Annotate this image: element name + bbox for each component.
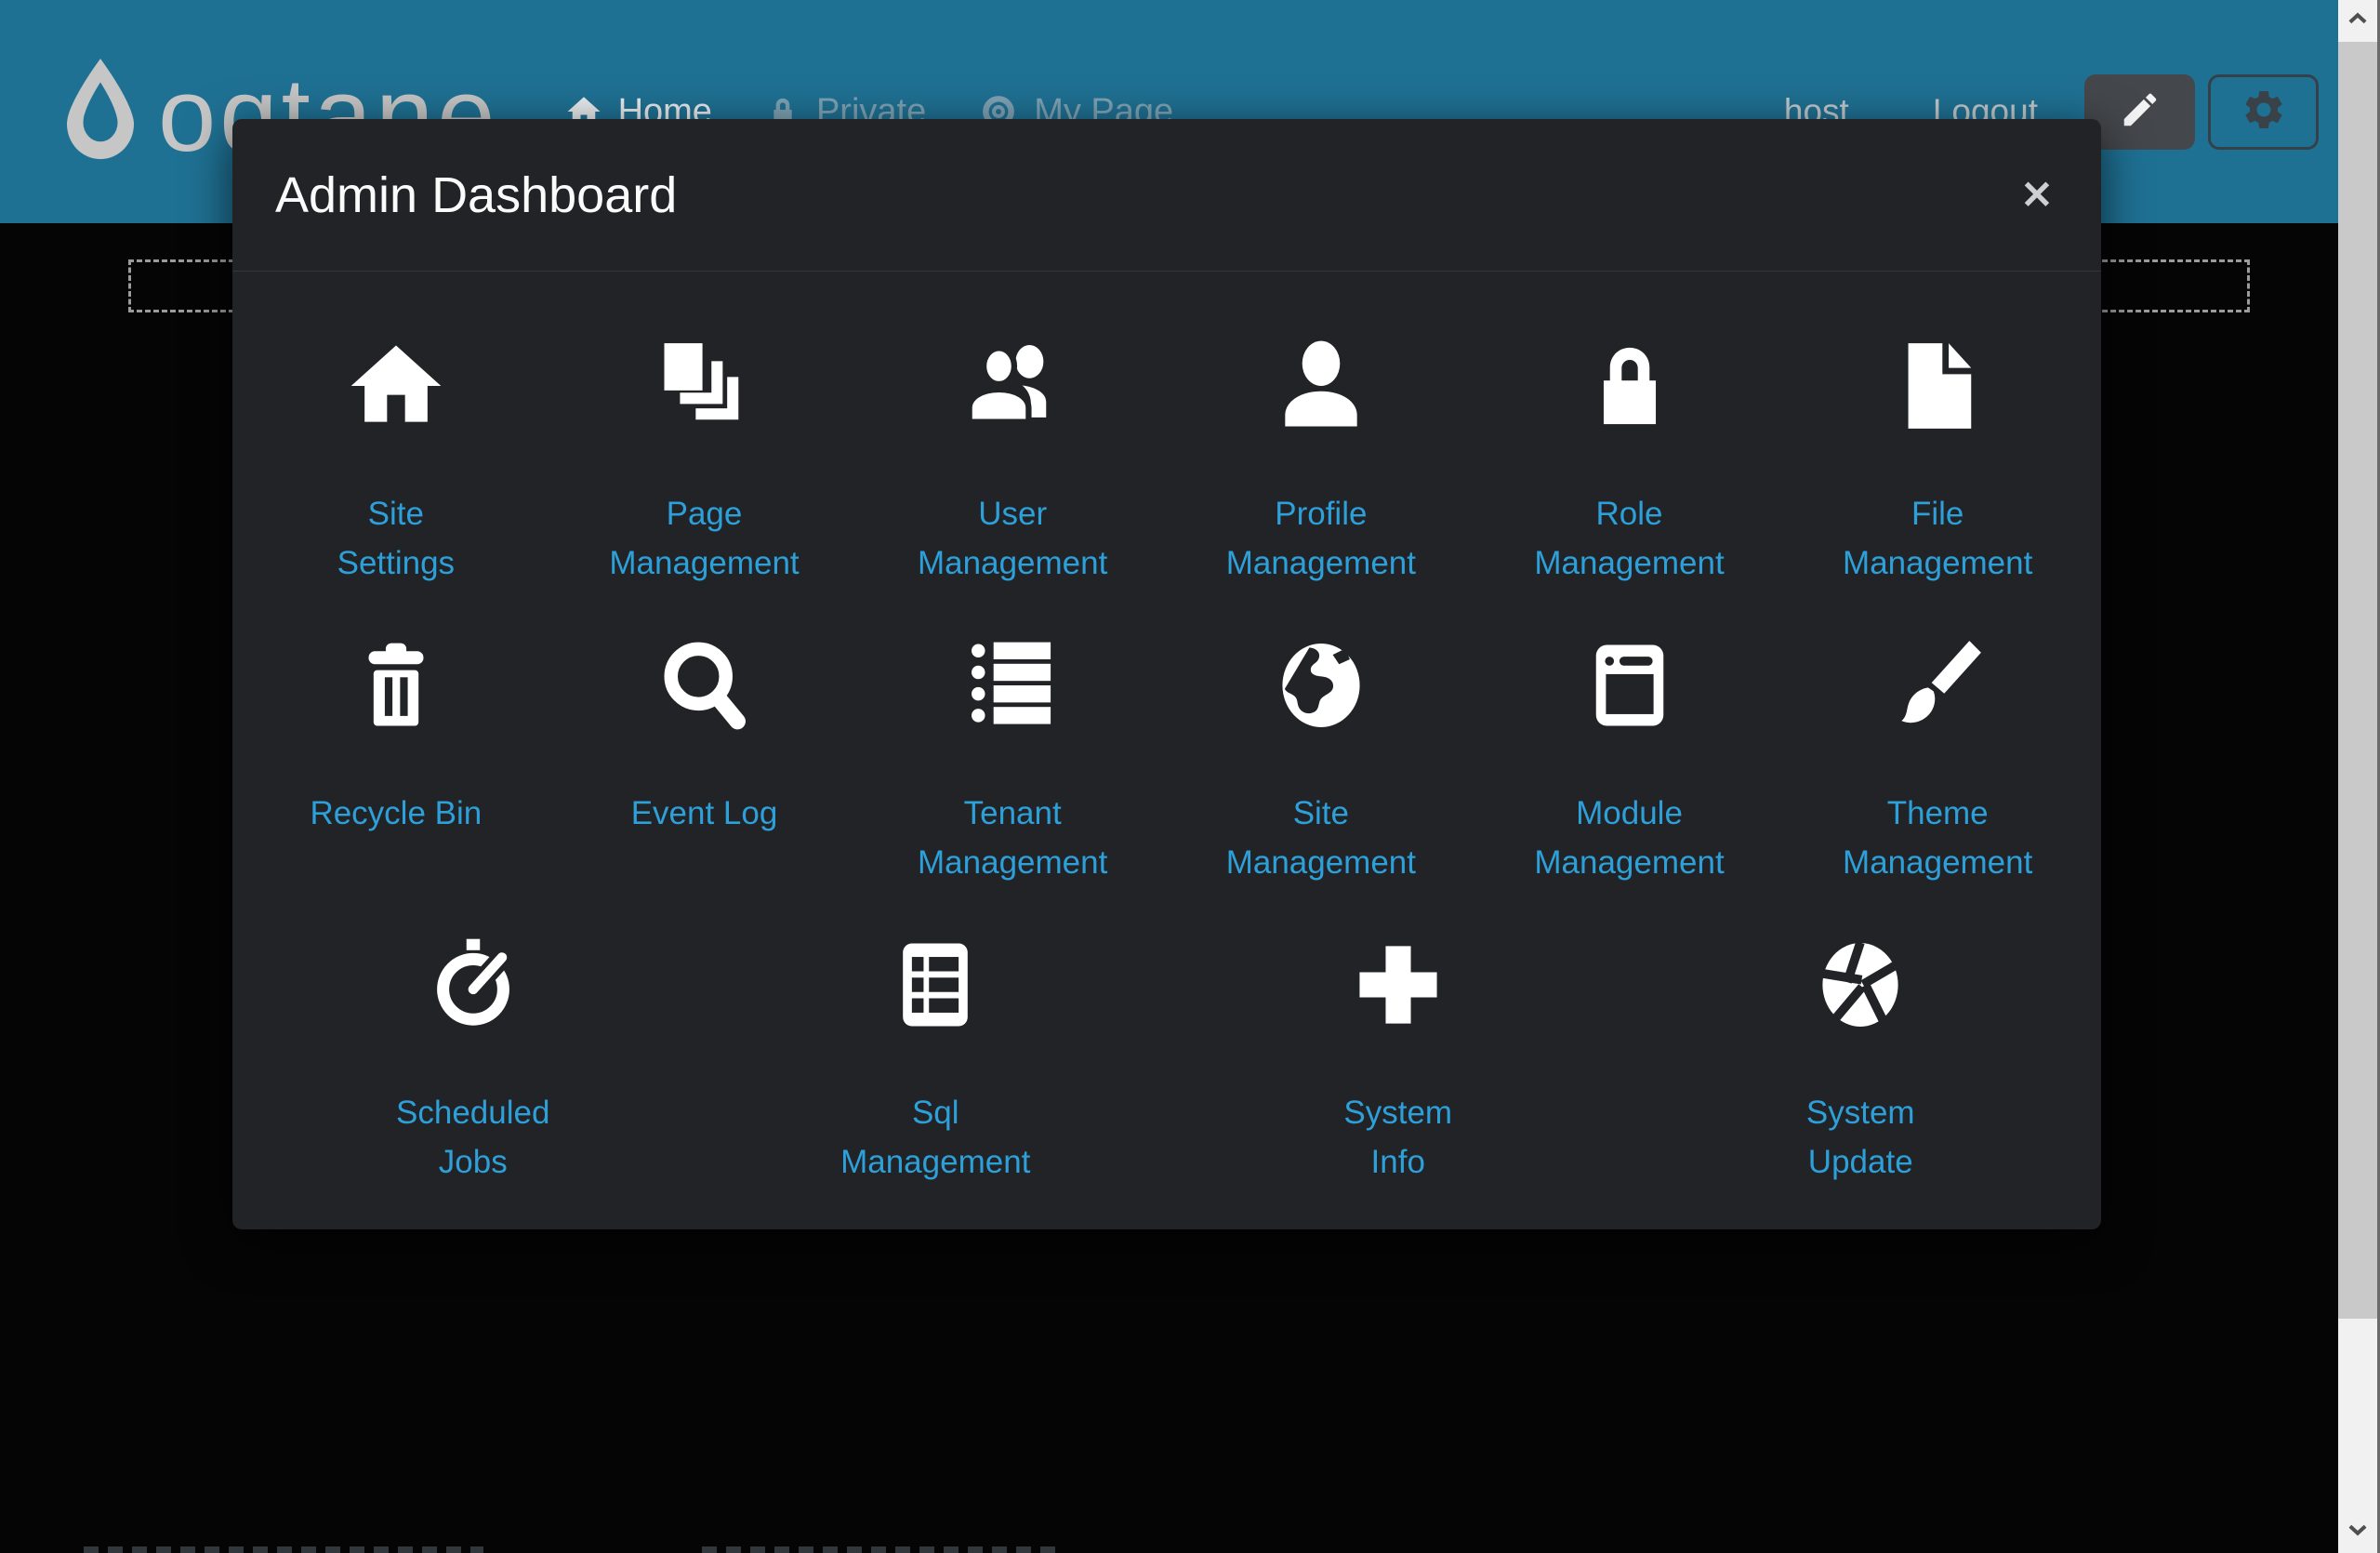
tile-sql-management[interactable]: SqlManagement — [705, 930, 1168, 1187]
tile-row-1: SiteSettings PageManagement — [242, 331, 2092, 588]
modal-header: Admin Dashboard ✕ — [232, 119, 2101, 272]
tile-label: File — [1843, 489, 2032, 538]
tile-label: Tenant — [918, 789, 1107, 838]
timer-icon — [419, 930, 527, 1040]
trash-icon — [342, 630, 450, 740]
scrollbar-thumb[interactable] — [2338, 42, 2377, 1319]
tile-label: Management — [609, 538, 799, 588]
tile-tenant-management[interactable]: TenantManagement — [858, 630, 1167, 887]
tile-page-management[interactable]: PageManagement — [550, 331, 859, 588]
tile-label: Management — [1843, 838, 2032, 887]
tile-theme-management[interactable]: ThemeManagement — [1783, 630, 2092, 887]
spreadsheet-icon — [881, 930, 989, 1040]
tile-label: Sql — [840, 1088, 1030, 1137]
tile-label: Settings — [337, 538, 455, 588]
gear-icon — [2241, 86, 2287, 138]
clipped-footer-text — [702, 1546, 1060, 1553]
tile-recycle-bin[interactable]: Recycle Bin — [242, 630, 550, 887]
aperture-icon — [1806, 930, 1914, 1040]
lock-icon — [1576, 331, 1684, 441]
tile-row-2: Recycle Bin Event Log — [242, 630, 2092, 887]
clipped-footer-text — [84, 1546, 483, 1553]
tile-label: Module — [1534, 789, 1724, 838]
tile-label: Management — [918, 538, 1107, 588]
tile-label: Management — [1226, 838, 1416, 887]
tile-site-settings[interactable]: SiteSettings — [242, 331, 550, 588]
tile-label: Management — [1534, 838, 1724, 887]
tile-label: Jobs — [396, 1137, 549, 1187]
magnifying-glass-icon — [651, 630, 759, 740]
tile-role-management[interactable]: RoleManagement — [1475, 331, 1784, 588]
layers-icon — [651, 331, 759, 441]
medical-cross-icon — [1344, 930, 1452, 1040]
tile-label: Update — [1806, 1137, 1915, 1187]
tile-label: Info — [1343, 1137, 1452, 1187]
modal-body: SiteSettings PageManagement — [232, 272, 2101, 1187]
browser-icon — [1576, 630, 1684, 740]
admin-dashboard-modal: Admin Dashboard ✕ SiteSettings — [232, 119, 2101, 1229]
chevron-down-icon — [2344, 1516, 2372, 1548]
tile-user-management[interactable]: UserManagement — [858, 331, 1167, 588]
close-icon: ✕ — [2020, 172, 2053, 218]
modal-title: Admin Dashboard — [275, 166, 677, 224]
tile-module-management[interactable]: ModuleManagement — [1475, 630, 1784, 887]
home-icon — [342, 331, 450, 441]
scroll-down-button[interactable] — [2338, 1511, 2377, 1553]
tile-label: Role — [1534, 489, 1724, 538]
globe-icon — [1267, 630, 1375, 740]
tile-event-log[interactable]: Event Log — [550, 630, 859, 887]
tile-file-management[interactable]: FileManagement — [1783, 331, 2092, 588]
tile-system-info[interactable]: SystemInfo — [1167, 930, 1630, 1187]
tile-label: Site — [337, 489, 455, 538]
tile-label: Page — [609, 489, 799, 538]
tile-label: Profile — [1226, 489, 1416, 538]
tile-label: Management — [1534, 538, 1724, 588]
brush-icon — [1884, 630, 1991, 740]
tile-label: Scheduled — [396, 1088, 549, 1137]
tile-profile-management[interactable]: ProfileManagement — [1167, 331, 1475, 588]
tile-scheduled-jobs[interactable]: ScheduledJobs — [242, 930, 705, 1187]
tile-label: System — [1806, 1088, 1915, 1137]
scroll-up-button[interactable] — [2338, 0, 2377, 42]
screen: oqtane Home Private — [0, 0, 2380, 1553]
tile-row-3: ScheduledJobs SqlManagement — [242, 930, 2092, 1187]
pencil-icon — [2119, 88, 2162, 136]
file-icon — [1884, 331, 1991, 441]
tile-label: Management — [840, 1137, 1030, 1187]
people-icon — [959, 331, 1066, 441]
person-icon — [1267, 331, 1375, 441]
vertical-scrollbar[interactable] — [2338, 0, 2380, 1553]
tile-label: Management — [1226, 538, 1416, 588]
tile-system-update[interactable]: SystemUpdate — [1630, 930, 2093, 1187]
tile-label: Theme — [1843, 789, 2032, 838]
tile-label: System — [1343, 1088, 1452, 1137]
tile-site-management[interactable]: SiteManagement — [1167, 630, 1475, 887]
tile-label: Recycle Bin — [310, 789, 482, 838]
droplet-logo-icon — [56, 55, 145, 169]
tile-label: Management — [1843, 538, 2032, 588]
close-button[interactable]: ✕ — [2004, 162, 2069, 227]
list-icon — [959, 630, 1066, 740]
settings-button[interactable] — [2208, 74, 2319, 150]
tile-label: Event Log — [631, 789, 778, 838]
chevron-up-icon — [2344, 5, 2372, 37]
tile-label: User — [918, 489, 1107, 538]
tile-label: Management — [918, 838, 1107, 887]
tile-label: Site — [1226, 789, 1416, 838]
